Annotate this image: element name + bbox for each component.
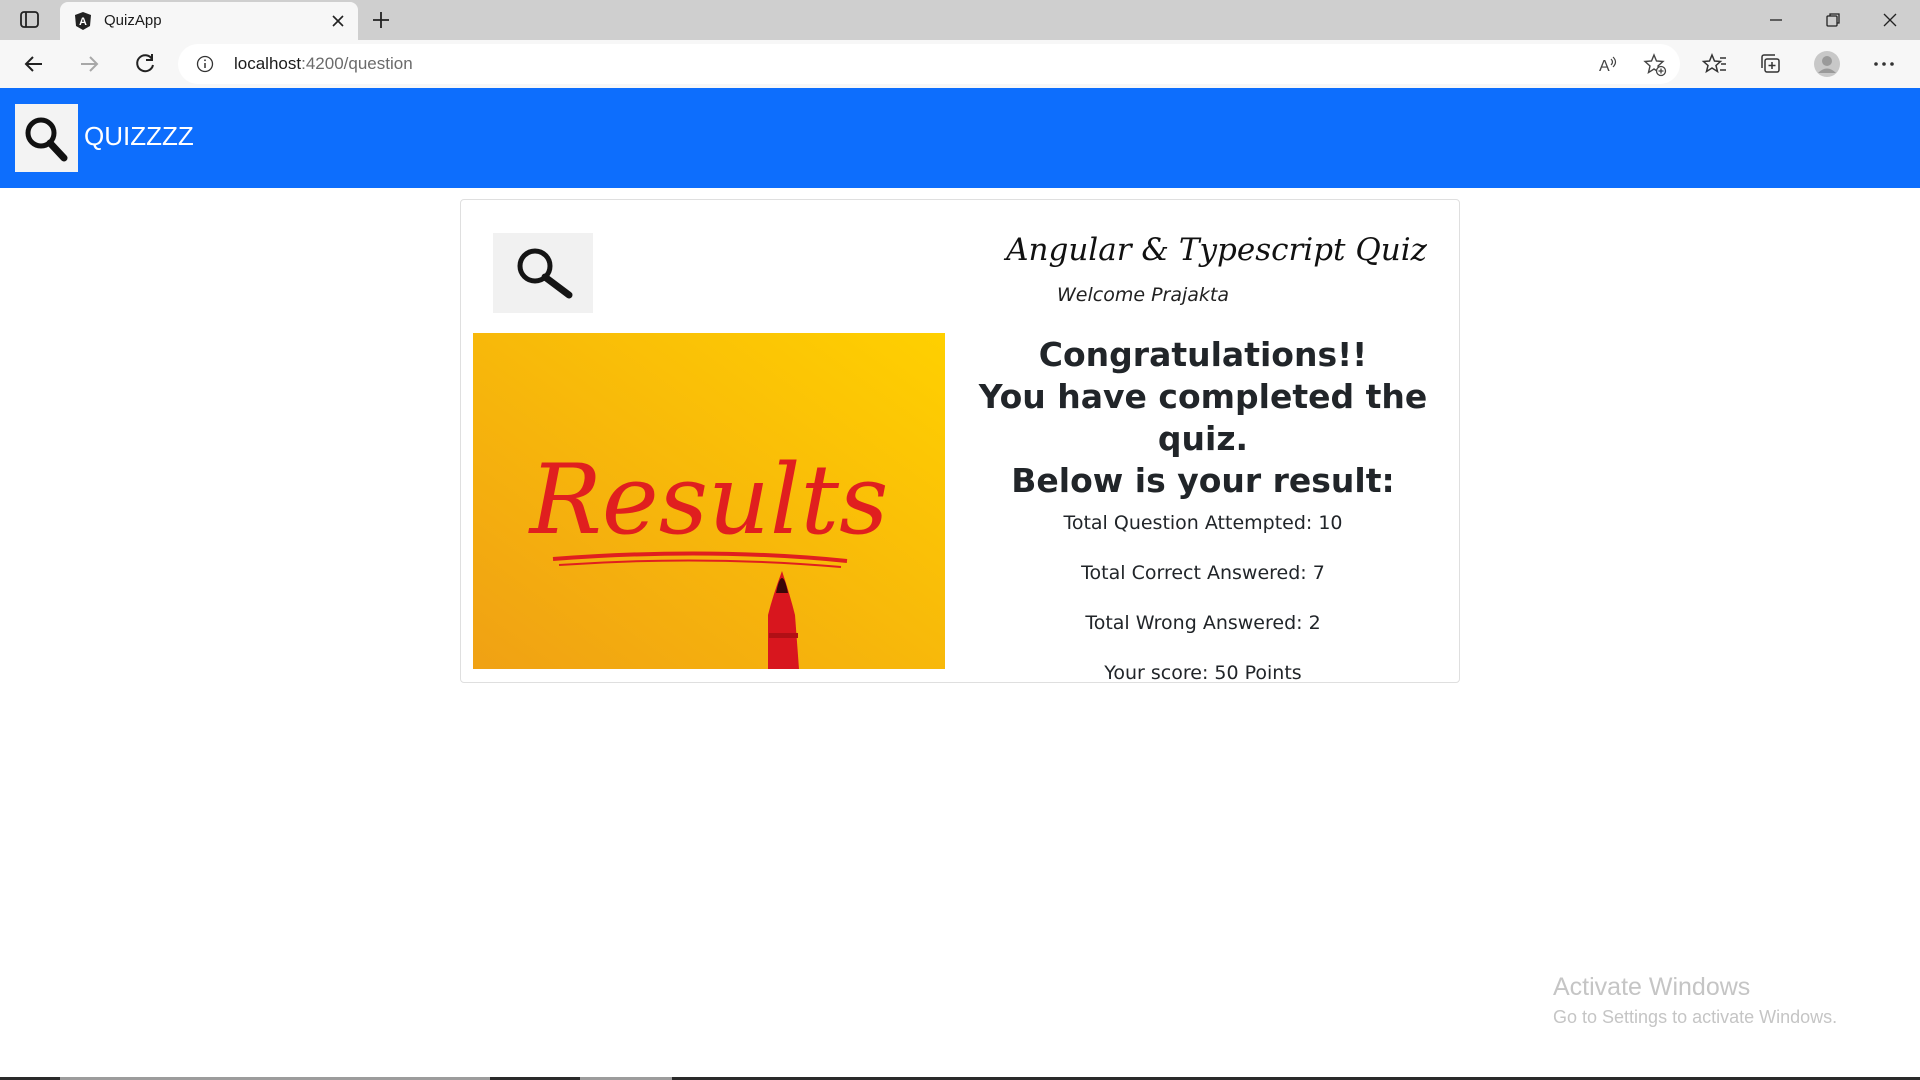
profile-icon[interactable] [1813,50,1841,78]
results-image-text: Results [528,444,889,556]
plus-icon[interactable] [369,8,393,32]
stat-attempted: Total Question Attempted: 10 [1063,512,1343,534]
result-card: Angular & Typescript Quiz Welcome Prajak… [460,199,1460,685]
url-text[interactable]: localhost:4200/question [234,54,413,74]
stat-correct: Total Correct Answered: 7 [1081,562,1325,584]
activate-windows-subtitle: Go to Settings to activate Windows. [1553,1007,1838,1027]
svg-text:A: A [1599,58,1610,75]
navbar-brand[interactable]: QUIZZZZ [84,121,194,152]
more-icon[interactable] [1870,50,1898,78]
stat-score: Your score: 50 Points [1104,662,1302,684]
minimize-icon[interactable] [1761,8,1791,32]
forward-arrow-icon[interactable] [75,50,103,78]
close-icon[interactable] [330,13,346,29]
star-plus-icon[interactable] [1643,53,1667,77]
browser-tab-bar: A QuizApp [0,0,1920,40]
address-bar[interactable]: localhost:4200/question A [178,44,1680,84]
restore-icon[interactable] [1818,8,1848,32]
favorites-icon[interactable] [1701,50,1729,78]
magnifier-icon [493,233,593,313]
read-aloud-icon[interactable]: A [1596,53,1620,77]
browser-tab[interactable]: A QuizApp [60,2,358,40]
collections-icon[interactable] [1757,50,1785,78]
refresh-icon[interactable] [131,50,159,78]
app-navbar: QUIZZZZ [0,88,1920,188]
activate-windows-title: Activate Windows [1553,973,1751,1001]
result-summary: Congratulations!! You have completed the… [955,334,1451,685]
magnifier-icon[interactable] [15,104,78,172]
info-icon[interactable] [196,55,214,73]
svg-text:A: A [79,16,87,28]
quiz-title: Angular & Typescript Quiz [1006,232,1427,268]
close-window-icon[interactable] [1875,8,1905,32]
angular-icon: A [73,11,93,31]
tab-title: QuizApp [104,12,162,29]
congrats-heading: Congratulations!! [1038,335,1368,374]
welcome-text: Welcome Prajakta [1057,284,1229,306]
result-heading: Below is your result: [1011,461,1395,500]
back-arrow-icon[interactable] [20,50,48,78]
results-image: Results [473,333,945,669]
completed-heading: You have completed the quiz. [978,377,1428,458]
browser-toolbar: localhost:4200/question A [0,40,1920,88]
tab-actions-icon[interactable] [18,9,42,31]
stat-wrong: Total Wrong Answered: 2 [1085,612,1321,634]
